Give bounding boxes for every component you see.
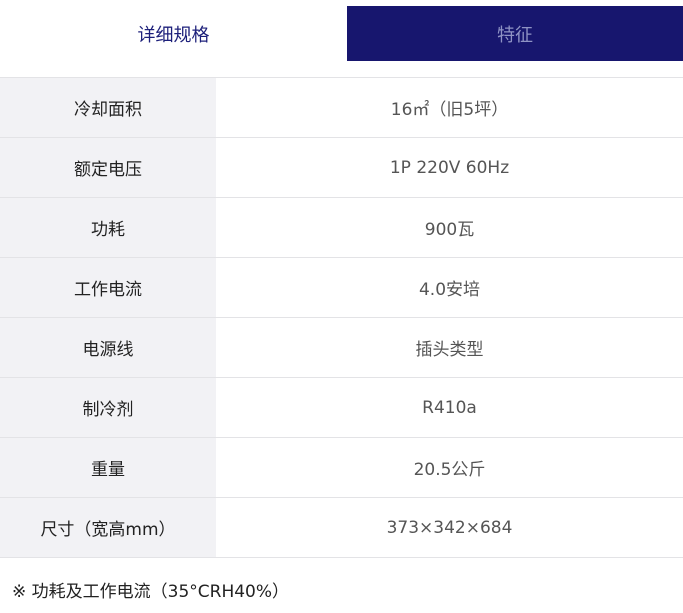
spec-value: 4.0安培 — [216, 258, 683, 317]
spec-value: R410a — [216, 378, 683, 437]
table-row: 工作电流 4.0安培 — [0, 258, 683, 318]
table-row: 重量 20.5公斤 — [0, 438, 683, 498]
table-row: 尺寸（宽高mm） 373×342×684 — [0, 498, 683, 558]
table-row: 电源线 插头类型 — [0, 318, 683, 378]
spec-table: 冷却面积 16㎡（旧5坪） 额定电压 1P 220V 60Hz 功耗 900瓦 … — [0, 77, 683, 558]
spec-label: 电源线 — [0, 318, 216, 377]
spec-label: 制冷剂 — [0, 378, 216, 437]
table-row: 制冷剂 R410a — [0, 378, 683, 438]
spec-value: 16㎡（旧5坪） — [216, 78, 683, 137]
spec-label: 尺寸（宽高mm） — [0, 498, 216, 557]
tab-features[interactable]: 特征 — [347, 6, 683, 61]
spec-label: 重量 — [0, 438, 216, 497]
tab-bar: 详细规格 特征 — [0, 6, 683, 61]
spec-label: 冷却面积 — [0, 78, 216, 137]
tab-details[interactable]: 详细规格 — [0, 6, 347, 61]
spec-label: 功耗 — [0, 198, 216, 257]
spec-label: 额定电压 — [0, 138, 216, 197]
spec-value: 900瓦 — [216, 198, 683, 257]
spec-label: 工作电流 — [0, 258, 216, 317]
spec-value: 373×342×684 — [216, 498, 683, 557]
spec-value: 1P 220V 60Hz — [216, 138, 683, 197]
table-row: 冷却面积 16㎡（旧5坪） — [0, 78, 683, 138]
table-row: 额定电压 1P 220V 60Hz — [0, 138, 683, 198]
footnote: ※ 功耗及工作电流（35°CRH40%） — [12, 582, 290, 602]
spec-value: 插头类型 — [216, 318, 683, 377]
spec-value: 20.5公斤 — [216, 438, 683, 497]
table-row: 功耗 900瓦 — [0, 198, 683, 258]
